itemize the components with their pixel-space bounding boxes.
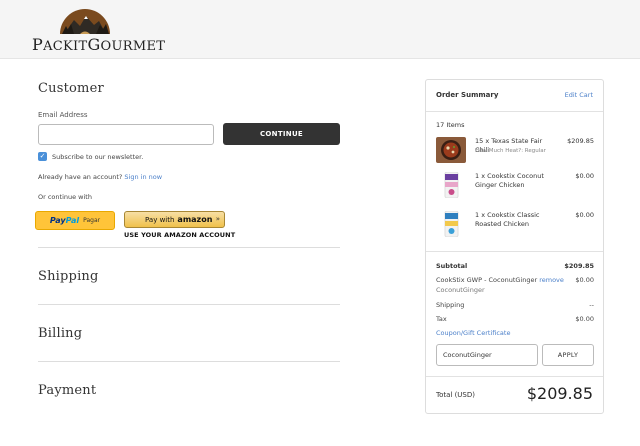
mountain-logo-icon [60,9,110,34]
coupon-link[interactable]: Coupon/Gift Certificate [436,329,510,337]
cookstix-package-image [444,172,459,198]
continue-button[interactable]: CONTINUE [223,123,340,145]
item-name: 1 x Cookstix Coconut Ginger Chicken [475,172,544,189]
amazon-arrows-icon: » [215,215,220,223]
item-name: 1 x Cookstix Classic Roasted Chicken [475,211,540,228]
site-logo[interactable]: PACKITGOURMET [32,8,165,54]
cart-item: 1 x Cookstix Coconut Ginger Chicken $0.0… [436,172,594,206]
coupon-input[interactable] [436,344,538,366]
summary-divider [426,376,603,377]
cart-item: 1 x Cookstix Classic Roasted Chicken $0.… [436,211,594,245]
tax-value: $0.00 [575,315,594,323]
tax-row: Tax $0.00 [436,315,594,323]
order-summary-title: Order Summary [436,91,499,99]
amazon-account-label: USE YOUR AMAZON ACCOUNT [124,231,236,239]
item-price: $0.00 [575,211,594,219]
paypal-logo-pal: Pal [65,216,80,225]
chili-bowl-image [436,137,466,163]
shipping-section-title[interactable]: Shipping [38,269,99,284]
paypal-button[interactable]: Pay Pal Pagar [35,211,115,230]
cart-item: 15 x Texas State Fair Chili How Much Hea… [436,137,594,171]
amazon-logo-text: amazon [177,215,213,224]
summary-divider [426,251,603,252]
email-label: Email Address [38,111,88,119]
newsletter-row: ✓ Subscribe to our newsletter. [38,152,143,161]
apply-coupon-button[interactable]: APPLY [542,344,594,366]
gwp-remove-link[interactable]: remove [539,276,564,284]
section-divider [38,247,340,248]
subtotal-row: Subtotal $209.85 [436,262,594,270]
amazon-pay-with-label: Pay with [145,215,175,224]
total-label: Total (USD) [436,391,475,399]
logo-wordmark: PACKITGOURMET [32,35,166,54]
item-price: $0.00 [575,172,594,180]
shipping-row: Shipping -- [436,301,594,309]
gwp-row: CookStix GWP - CoconutGinger remove $0.0… [436,276,594,284]
total-value: $209.85 [526,384,593,403]
section-divider [38,361,340,362]
shipping-label: Shipping [436,301,465,309]
section-divider [38,304,340,305]
continue-with-label: Or continue with [38,193,92,201]
subtotal-label: Subtotal [436,262,468,270]
item-price: $209.85 [567,137,594,145]
email-field[interactable] [38,124,214,145]
paypal-logo-pay: Pay [49,216,66,225]
gwp-code: CoconutGinger [436,286,485,294]
payment-section-title[interactable]: Payment [38,383,96,398]
shipping-value: -- [589,301,594,309]
gwp-label: CookStix GWP - CoconutGinger [436,276,538,284]
paypal-pagar-label: Pagar [83,217,101,224]
item-option: How Much Heat?: Regular [475,148,546,154]
billing-section-title[interactable]: Billing [38,326,82,341]
order-summary-header: Order Summary Edit Cart [426,80,603,112]
subtotal-value: $209.85 [564,262,594,270]
tax-label: Tax [436,315,447,323]
order-summary: Order Summary Edit Cart 17 Items 15 x Te… [425,79,604,414]
cookstix-package-image [444,211,459,237]
amazon-pay-button[interactable]: Pay with amazon » [124,211,225,228]
edit-cart-link[interactable]: Edit Cart [565,91,593,99]
newsletter-label: Subscribe to our newsletter. [52,152,144,161]
gwp-value: $0.00 [575,276,594,284]
account-text: Already have an account? [38,173,123,181]
signin-link[interactable]: Sign in now [124,173,162,181]
signin-prompt: Already have an account? Sign in now [38,173,162,181]
site-header: PACKITGOURMET [0,0,640,59]
newsletter-checkbox[interactable]: ✓ [38,152,47,161]
items-count: 17 Items [436,121,465,129]
customer-section-title: Customer [38,81,104,96]
